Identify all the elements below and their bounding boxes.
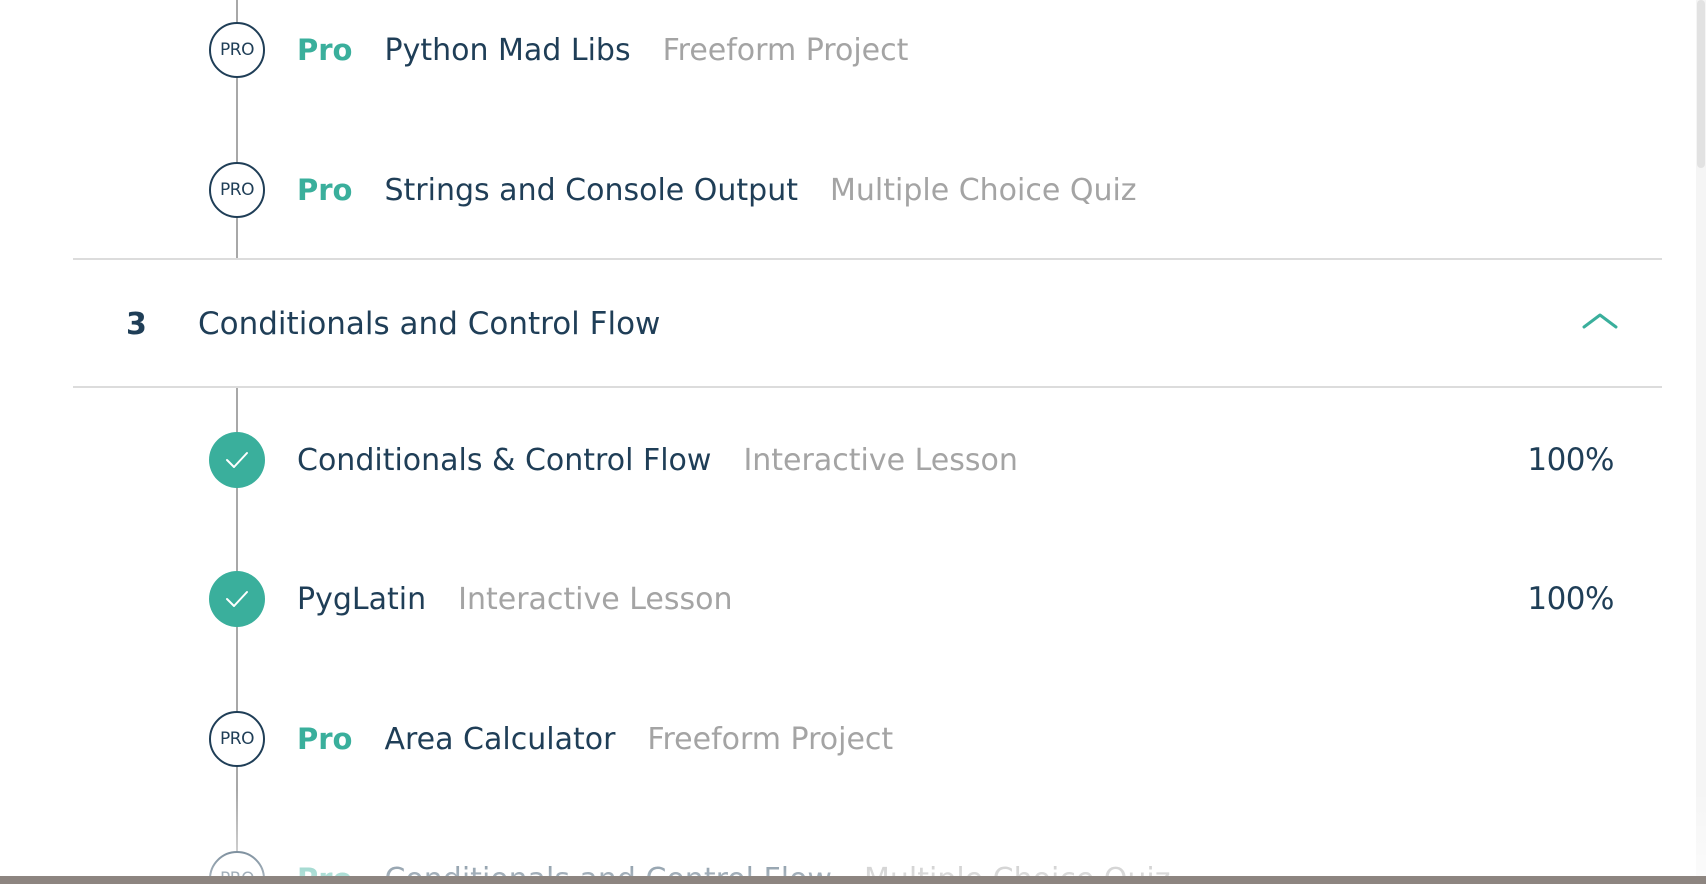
section-divider [73, 258, 1662, 260]
pro-badge-text: PRO [220, 180, 254, 200]
lesson-title[interactable]: PygLatin [297, 582, 426, 617]
scrollbar-thumb[interactable] [1697, 0, 1705, 168]
check-icon [226, 591, 248, 607]
section-title: Conditionals and Control Flow [198, 306, 661, 342]
pro-badge-text: PRO [220, 729, 254, 749]
section-header[interactable]: 3 Conditionals and Control Flow [73, 261, 1662, 387]
pro-label: Pro [297, 722, 353, 756]
check-icon [226, 452, 248, 468]
lesson-item[interactable]: PRO Pro Strings and Console Output Multi… [209, 162, 1614, 218]
lesson-item[interactable]: PygLatin Interactive Lesson 100% [209, 571, 1614, 627]
window-bottom-edge [0, 876, 1706, 884]
course-syllabus-page: PRO Pro Python Mad Libs Freeform Project… [0, 0, 1706, 884]
pro-label: Pro [297, 173, 353, 207]
pro-label: Pro [297, 33, 353, 67]
pro-badge-text: PRO [220, 40, 254, 60]
lesson-title[interactable]: Python Mad Libs [384, 33, 630, 68]
lesson-title[interactable]: Area Calculator [384, 722, 615, 757]
lesson-item[interactable]: PRO Pro Area Calculator Freeform Project [209, 711, 1614, 767]
lesson-title[interactable]: Strings and Console Output [384, 173, 798, 208]
lesson-title[interactable]: Conditionals & Control Flow [297, 443, 711, 478]
lesson-progress-percent: 100% [1527, 581, 1614, 617]
pro-badge-icon: PRO [209, 162, 265, 218]
pro-badge-icon: PRO [209, 22, 265, 78]
completed-check-icon [209, 571, 265, 627]
vertical-scrollbar[interactable] [1696, 0, 1706, 884]
lesson-type: Interactive Lesson [743, 442, 1018, 478]
lesson-progress-percent: 100% [1527, 442, 1614, 478]
lesson-type: Interactive Lesson [458, 581, 733, 617]
chevron-up-icon[interactable] [1580, 305, 1620, 335]
lesson-item[interactable]: Conditionals & Control Flow Interactive … [209, 432, 1614, 488]
section-number: 3 [126, 306, 147, 342]
lesson-type: Multiple Choice Quiz [830, 172, 1137, 208]
lesson-item[interactable]: PRO Pro Python Mad Libs Freeform Project [209, 22, 1614, 78]
section-divider [73, 386, 1662, 388]
completed-check-icon [209, 432, 265, 488]
lesson-type: Freeform Project [647, 721, 894, 757]
lesson-type: Freeform Project [662, 32, 909, 68]
pro-badge-icon: PRO [209, 711, 265, 767]
